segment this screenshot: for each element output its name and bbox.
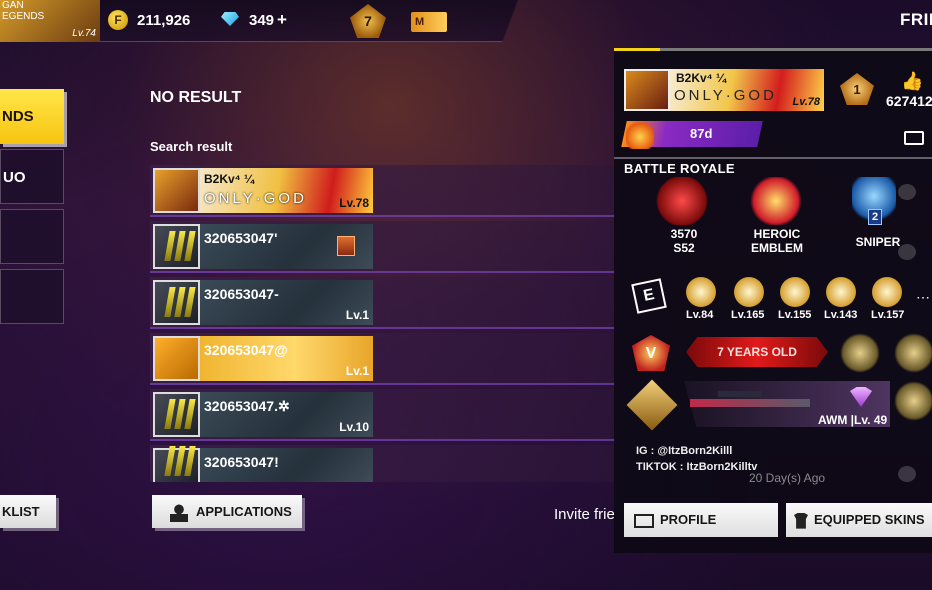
player-avatar bbox=[153, 168, 200, 213]
player-name: 320653047.✲ bbox=[204, 398, 290, 414]
diamond-count: 349 bbox=[249, 12, 275, 29]
player-name: B2Kv⁴ ¼ bbox=[204, 172, 254, 186]
invite-friends-link[interactable]: Invite frie bbox=[554, 506, 615, 523]
player-name: 320653047' bbox=[204, 230, 278, 246]
badge-icon bbox=[872, 277, 902, 307]
gold-coin-icon: F bbox=[108, 10, 128, 30]
equipped-skins-button[interactable]: EQUIPPED SKINS bbox=[786, 503, 932, 537]
player-avatar[interactable]: GAN EGENDS Lv.74 bbox=[0, 0, 100, 42]
player-avatar bbox=[153, 224, 200, 269]
tab-duo[interactable]: UO bbox=[0, 149, 64, 204]
badge-level: Lv.155 bbox=[778, 309, 812, 321]
wing-emblem-icon bbox=[894, 333, 932, 373]
banner-text: ONLY·GOD bbox=[204, 190, 307, 207]
awm-rifle-icon bbox=[690, 399, 810, 407]
tab-friends[interactable]: NDS bbox=[0, 89, 64, 144]
profile-avatar bbox=[624, 69, 670, 111]
page-title: FRIE bbox=[900, 10, 932, 29]
applications-label: APPLICATIONS bbox=[196, 504, 292, 519]
player-banner: 320653047- Lv.1 bbox=[200, 280, 373, 325]
stat-sniper: SNIPER bbox=[855, 235, 901, 249]
id-card-icon bbox=[634, 513, 654, 528]
badge-icon bbox=[826, 277, 856, 307]
profile-level: Lv.78 bbox=[792, 96, 820, 108]
section-divider bbox=[614, 157, 932, 159]
wing-emblem-icon bbox=[840, 333, 880, 373]
player-avatar bbox=[153, 446, 200, 482]
player-name-line-1: GAN bbox=[2, 0, 24, 11]
badge-level: Lv.157 bbox=[871, 309, 905, 321]
badge-level: Lv.165 bbox=[731, 309, 765, 321]
like-count: 627412 bbox=[886, 93, 932, 109]
days-count: 87d bbox=[690, 126, 713, 141]
player-profile-panel: B2Kv⁴ ¼ ONLY·GOD Lv.78 1 👍 627412 87d BA… bbox=[614, 48, 932, 553]
player-avatar bbox=[153, 336, 200, 381]
add-friend-icon[interactable] bbox=[898, 244, 916, 260]
player-banner: 320653047! bbox=[200, 448, 373, 482]
badge-icon bbox=[686, 277, 716, 307]
player-avatar bbox=[153, 392, 200, 437]
player-name-line-2: EGENDS bbox=[2, 11, 45, 22]
clan-tag-icon bbox=[337, 236, 355, 256]
badge-level: Lv.143 bbox=[824, 309, 858, 321]
player-name: 320653047! bbox=[204, 454, 279, 470]
add-friend-icon[interactable] bbox=[898, 184, 916, 200]
profile-banner-text: ONLY·GOD bbox=[674, 87, 777, 104]
panel-accent bbox=[614, 48, 660, 51]
badge-icon bbox=[780, 277, 810, 307]
profile-banner: B2Kv⁴ ¼ ONLY·GOD Lv.78 bbox=[670, 69, 824, 111]
add-diamonds-button[interactable]: + bbox=[277, 10, 287, 30]
tab-3[interactable] bbox=[0, 209, 64, 264]
no-result-text: NO RESULT bbox=[150, 89, 242, 106]
player-banner: B2Kv⁴ ¼ ONLY·GOD Lv.78 bbox=[200, 168, 373, 213]
wing-emblem-icon bbox=[894, 381, 932, 421]
like-icon[interactable]: 👍 bbox=[901, 71, 923, 92]
applications-button[interactable]: APPLICATIONS bbox=[152, 495, 302, 528]
player-banner: 320653047' bbox=[200, 224, 373, 269]
grandmaster-emblem-icon bbox=[654, 177, 710, 225]
years-text: 7 YEARS OLD bbox=[717, 345, 797, 359]
scope-icon bbox=[718, 391, 762, 397]
spectate-icon[interactable] bbox=[904, 131, 924, 145]
last-seen: 20 Day(s) Ago bbox=[749, 471, 826, 485]
blacklist-button[interactable]: KLIST bbox=[0, 495, 56, 528]
stat-heroic: HEROIC EMBLEM bbox=[751, 227, 803, 255]
weapon-class-icon bbox=[626, 379, 678, 431]
stat-score: 3570 S52 bbox=[670, 227, 698, 255]
profile-name: B2Kv⁴ ¼ bbox=[676, 71, 726, 85]
player-level: Lv.1 bbox=[345, 364, 369, 378]
player-banner: 320653047.✲ Lv.10 bbox=[200, 392, 373, 437]
more-badges-icon[interactable]: ⋯ bbox=[916, 289, 930, 306]
shirt-icon bbox=[794, 512, 808, 529]
flame-icon bbox=[626, 119, 654, 149]
battle-royale-label: BATTLE ROYALE bbox=[624, 161, 735, 176]
tiktok-handle: TIKTOK : ItzBorn2Killtv bbox=[636, 461, 758, 473]
v-badge-icon: V bbox=[632, 335, 670, 371]
heroic-emblem-icon bbox=[748, 177, 804, 225]
badge-icon bbox=[734, 277, 764, 307]
rank-badge-icon: 1 bbox=[840, 73, 874, 105]
player-avatar bbox=[153, 280, 200, 325]
search-result-label: Search result bbox=[150, 139, 233, 154]
player-level: Lv.1 bbox=[345, 308, 369, 322]
player-level: Lv.74 bbox=[72, 28, 96, 39]
elite-pass-icon: E bbox=[631, 278, 667, 314]
add-user-icon bbox=[170, 503, 188, 522]
profile-button[interactable]: PROFILE bbox=[624, 503, 778, 537]
badge-level: Lv.84 bbox=[686, 309, 714, 321]
weapon-label: AWM |Lv. 49 bbox=[818, 413, 888, 427]
membership-badge[interactable]: M bbox=[411, 12, 447, 32]
sniper-rank: 2 bbox=[868, 209, 882, 225]
add-friend-icon[interactable] bbox=[898, 466, 916, 482]
player-name: 320653047@ bbox=[204, 342, 288, 358]
gold-count: 211,926 bbox=[137, 12, 191, 29]
tab-4[interactable] bbox=[0, 269, 64, 324]
player-name: 320653047- bbox=[204, 286, 279, 302]
instagram-handle: IG : @ItzBorn2Killl bbox=[636, 445, 733, 457]
player-level: Lv.10 bbox=[339, 420, 369, 434]
player-level: Lv.78 bbox=[339, 196, 369, 210]
player-banner: 320653047@ Lv.1 bbox=[200, 336, 373, 381]
